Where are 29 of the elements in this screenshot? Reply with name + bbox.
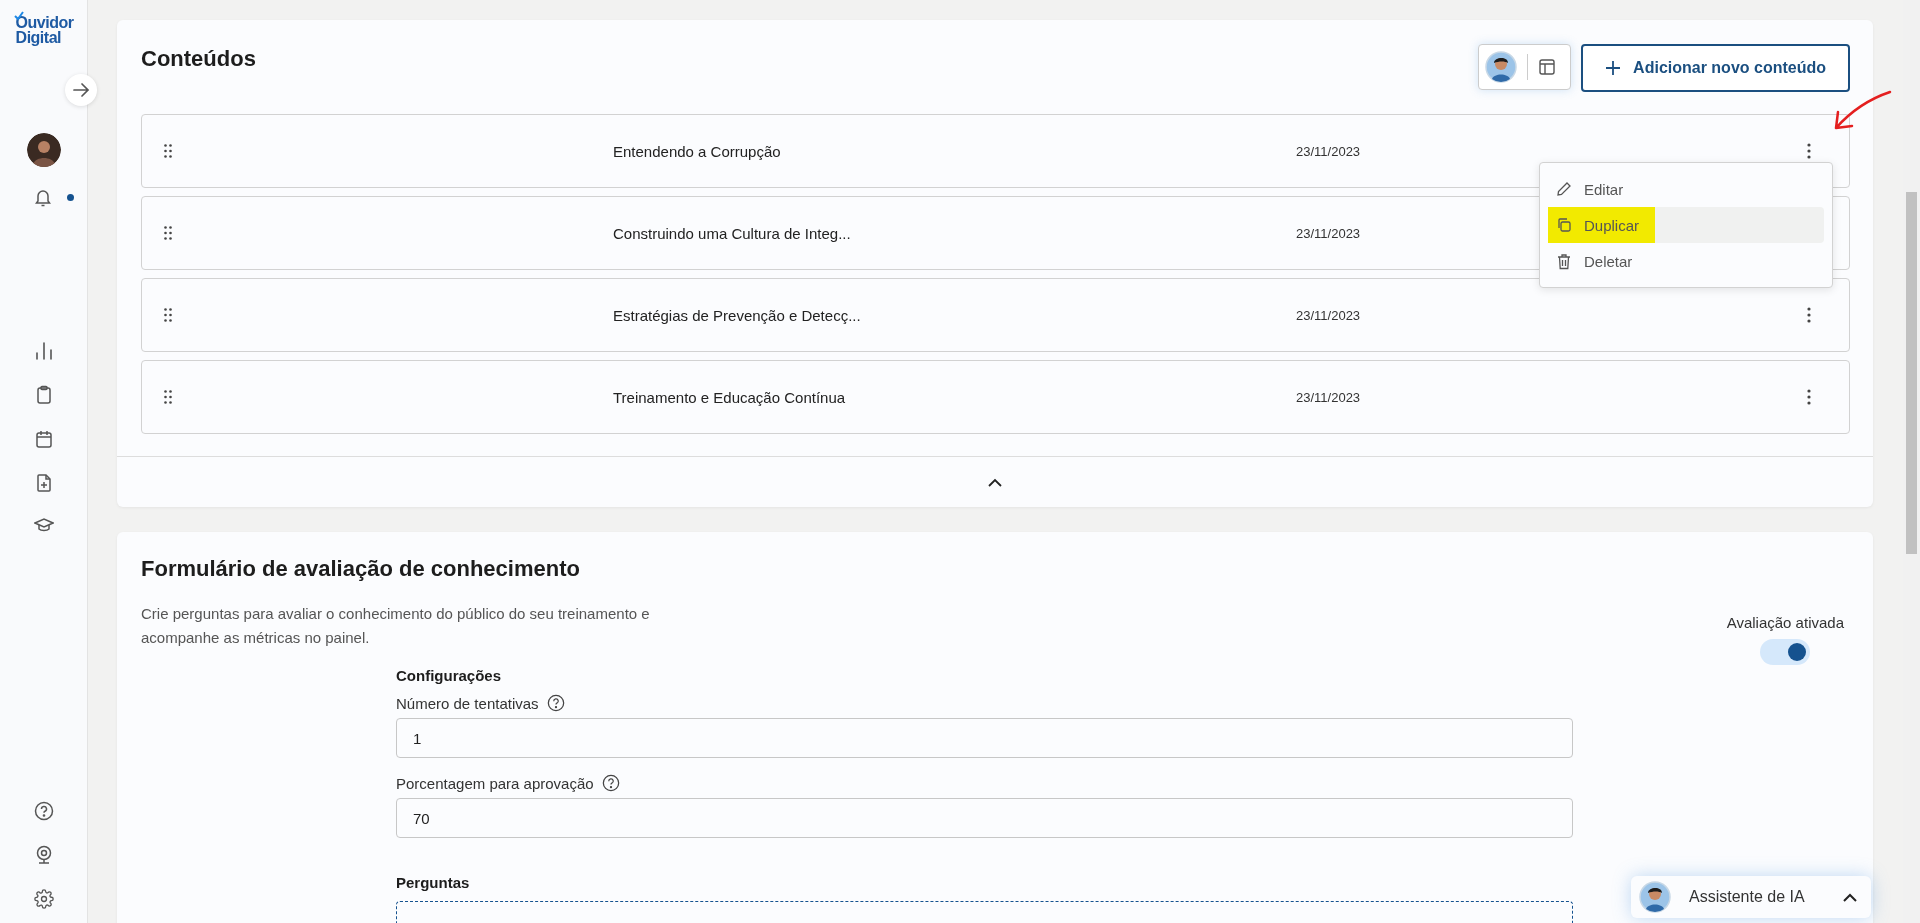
content-date: 23/11/2023 (1296, 389, 1361, 405)
menu-item-label: Deletar (1584, 252, 1633, 270)
assistant-label: Assistente de IA (1689, 888, 1806, 906)
content-date: 23/11/2023 (1296, 143, 1361, 159)
menu-item-label: Editar (1584, 180, 1624, 198)
content-row[interactable]: Estratégias de Prevenção e Detecç... 23/11/2023 (141, 278, 1850, 352)
content-title: Construindo uma Cultura de Integ... (613, 224, 852, 242)
assistant-widget[interactable]: Assistente de IA (1631, 876, 1871, 918)
logo-text: Digital (15, 30, 61, 45)
content-date: 23/11/2023 (1296, 307, 1361, 323)
section-title: Conteúdos (141, 46, 256, 72)
toggle-label: Avaliação ativada (1726, 614, 1844, 631)
field-label: Porcentagem para aprovação (396, 774, 594, 792)
menu-item[interactable]: Duplicar (1548, 207, 1824, 243)
content-title: Entendendo a Corrupção (613, 142, 782, 160)
field-label: Número de tentativas (396, 694, 539, 712)
menu-item-label: Duplicar (1584, 216, 1640, 234)
description: Crie perguntas para avaliar o conhecimento do público do seu treinamento e acompanhe as métricas no painel. (141, 604, 651, 648)
add-content-button[interactable]: Adicionar novo conteúdo (1581, 44, 1850, 92)
input-field[interactable]: 70 (396, 798, 1573, 838)
content-title: Treinamento e Educação Contínua (613, 388, 847, 406)
input-field[interactable]: 1 (396, 718, 1573, 758)
content-title: Estratégias de Prevenção e Detecç... (613, 306, 862, 324)
subsection-title: Configurações (396, 667, 502, 684)
section-title: Formulário de avaliação de conhecimento (141, 556, 581, 582)
content-row[interactable]: Treinamento e Educação Contínua 23/11/2023 (141, 360, 1850, 434)
content-date: 23/11/2023 (1296, 225, 1361, 241)
subsection-title: Perguntas (396, 874, 471, 891)
logo-text: Ouvidor (15, 15, 74, 30)
